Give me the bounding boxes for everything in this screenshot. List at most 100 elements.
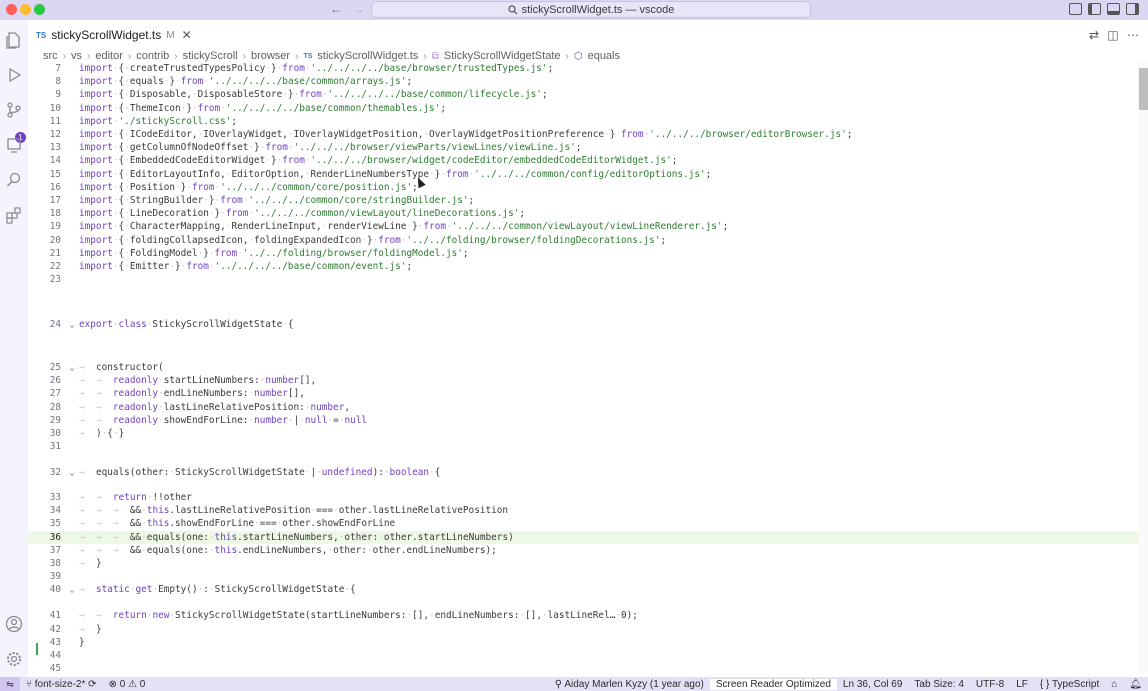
code-line[interactable]: 29 → → readonly·showEndForLine:·number·|·… [28,414,1138,427]
problems-indicator[interactable]: ⊗ 0 ⚠ 0 [103,679,152,690]
code-text: import·{·Emitter·}·from·'../../../../bas… [79,261,413,272]
fold-chevron-icon[interactable]: ⌄ [67,583,77,596]
screen-reader-status[interactable]: Screen Reader Optimized [709,678,837,690]
code-line[interactable]: 10 import·{·ThemeIcon·}·from·'../../../..… [28,102,1138,115]
code-line[interactable]: 31 [28,440,1138,453]
code-line[interactable]: 19 import·{·CharacterMapping,·RenderLineI… [28,220,1138,233]
window-maximize-button[interactable] [34,4,45,15]
split-editor-icon[interactable]: ◫ [1106,28,1120,42]
code-editor[interactable]: 7 import·{·createTrustedTypesPolicy·}·fro… [28,62,1138,675]
breadcrumb-separator: › [62,50,67,62]
code-line[interactable]: 23 [28,273,1138,286]
code-line[interactable]: 37 → → → &&·equals(one:·this.endLineNumbe… [28,544,1138,557]
breadcrumb-item[interactable]: StickyScrollWidgetState [444,50,561,62]
breadcrumb-item[interactable]: contrib [136,50,169,62]
code-line[interactable]: 22 import·{·Emitter·}·from·'../../../../b… [28,260,1138,273]
scrollbar-thumb[interactable] [1139,68,1148,110]
code-line[interactable]: 16 import·{·Position·}·from·'../../../com… [28,181,1138,194]
remote-explorer-icon[interactable] [5,136,23,154]
run-debug-icon[interactable] [5,66,23,84]
open-changes-icon[interactable]: ⇄ [1087,28,1101,42]
more-actions-icon[interactable]: ⋯ [1126,28,1140,42]
arrow-left-icon[interactable]: ← [330,2,342,16]
tab-filename: stickyScrollWidget.ts [51,28,162,42]
code-line[interactable]: 33 → → return·!!other [28,491,1138,504]
editor-scrollbar[interactable] [1138,62,1148,672]
toggle-panel-icon[interactable] [1107,3,1120,15]
arrow-right-icon[interactable]: → [352,2,364,16]
fold-chevron-icon[interactable]: ⌄ [67,318,77,331]
fold-chevron-icon[interactable]: ⌄ [67,361,77,374]
breadcrumb-item[interactable]: equals [588,50,620,62]
settings-gear-icon[interactable] [5,650,23,668]
typescript-file-icon: TS [36,30,47,40]
code-line[interactable]: 44 [28,649,1138,662]
code-line[interactable]: 13 import·{·getColumnOfNodeOffset·}·from·… [28,141,1138,154]
code-text: import·{·ThemeIcon·}·from·'../../../../b… [79,103,446,114]
end-of-line[interactable]: LF [1010,679,1034,690]
code-line[interactable]: 26 → → readonly·startLineNumbers:·number[… [28,374,1138,387]
breadcrumb-item[interactable]: editor [95,50,123,62]
code-text: import·{·foldingCollapsedIcon,·foldingEx… [79,235,667,246]
breadcrumb-item[interactable]: browser [251,50,290,62]
code-line[interactable]: 18 import·{·LineDecoration·}·from·'../../… [28,207,1138,220]
code-line[interactable]: 28 → → readonly·lastLineRelativePosition:… [28,401,1138,414]
code-line[interactable]: 43} [28,636,1138,649]
window-close-button[interactable] [6,4,17,15]
window-minimize-button[interactable] [20,4,31,15]
code-line[interactable]: 11 import·'./stickyScroll.css'; [28,115,1138,128]
code-line[interactable]: 41 → → return·new·StickyScrollWidgetState… [28,609,1138,622]
search-icon[interactable] [5,171,23,189]
toggle-secondary-sidebar-icon[interactable] [1126,3,1139,15]
code-line[interactable]: 40 ⌄ → static·get·Empty()·:·StickyScrollWi… [28,583,1138,596]
git-blame[interactable]: ⚲ Aiday Marlen Kyzy (1 year ago) [549,679,710,690]
accounts-icon[interactable] [5,615,23,633]
extensions-icon[interactable] [5,206,23,224]
close-icon[interactable]: ✕ [182,28,192,42]
breadcrumb-item[interactable]: src [43,50,58,62]
editor-tab[interactable]: TS stickyScrollWidget.ts M ✕ [36,24,192,46]
code-line[interactable]: 20 import·{·foldingCollapsedIcon,·folding… [28,234,1138,247]
notifications-bell-icon[interactable]: 🔔︎ [1123,679,1148,690]
tab-size[interactable]: Tab Size: 4 [908,679,969,690]
code-line[interactable]: 25 ⌄ → constructor( [28,361,1138,374]
cursor-position[interactable]: Ln 36, Col 69 [837,679,909,690]
code-line[interactable]: 9 import·{·Disposable,·DisposableStore·}·… [28,88,1138,101]
code-line[interactable]: 34 → → → &&·this.lastLineRelativePosition… [28,504,1138,517]
code-line[interactable]: 32 ⌄ → equals(other:·StickyScrollWidgetSta… [28,466,1138,479]
customize-layout-icon[interactable] [1069,3,1082,15]
language-mode[interactable]: { } TypeScript [1034,679,1105,690]
code-line[interactable]: 14 import·{·EmbeddedCodeEditorWidget·}·fr… [28,154,1138,167]
code-line[interactable]: 24 ⌄ export·class·StickyScrollWidgetState·… [28,318,1138,331]
code-line[interactable]: 45 [28,662,1138,675]
toggle-primary-sidebar-icon[interactable] [1088,3,1101,15]
encoding[interactable]: UTF-8 [970,679,1010,690]
code-line[interactable]: 42 → } [28,623,1138,636]
code-line[interactable]: 8 import·{·equals·}·from·'../../../../bas… [28,75,1138,88]
copilot-icon[interactable]: ⌂ [1105,679,1123,690]
source-control-icon[interactable] [5,101,23,119]
code-line[interactable]: 21 import·{·FoldingModel·}·from·'../../fo… [28,247,1138,260]
code-line[interactable]: 35 → → → &&·this.showEndForLine·===·other… [28,517,1138,530]
fold-chevron-icon[interactable]: ⌄ [67,466,77,479]
code-line[interactable]: 7 import·{·createTrustedTypesPolicy·}·fro… [28,62,1138,75]
code-line[interactable]: 39 [28,570,1138,583]
code-line[interactable]: 38 → } [28,557,1138,570]
line-number: 17 [49,195,61,206]
code-line[interactable]: 30 → )·{·} [28,427,1138,440]
explorer-icon[interactable] [5,31,23,49]
branch-indicator[interactable]: ⑂ font-size-2* ⟳ [20,679,103,690]
code-line[interactable]: 17 import·{·StringBuilder·}·from·'../../.… [28,194,1138,207]
code-line[interactable]: 15 import·{·EditorLayoutInfo,·EditorOptio… [28,168,1138,181]
breadcrumb-item[interactable]: stickyScroll [183,50,238,62]
breadcrumb-item[interactable]: vs [71,50,82,62]
code-line[interactable]: 27 → → readonly·endLineNumbers:·number[], [28,387,1138,400]
code-line[interactable]: 36 → → → &&·equals(one:·this.startLineNum… [28,531,1138,544]
remote-icon[interactable]: ⇋ [0,677,20,691]
code-text: import·{·FoldingModel·}·from·'../../fold… [79,248,469,259]
command-center[interactable]: stickyScrollWidget.ts — vscode [371,1,811,18]
breadcrumb-item[interactable]: stickyScrollWidget.ts [317,50,418,62]
code-line[interactable]: 12 import·{·ICodeEditor,·IOverlayWidget,·… [28,128,1138,141]
blame-icon: ⚲ [554,678,563,690]
line-number: 45 [49,663,61,674]
